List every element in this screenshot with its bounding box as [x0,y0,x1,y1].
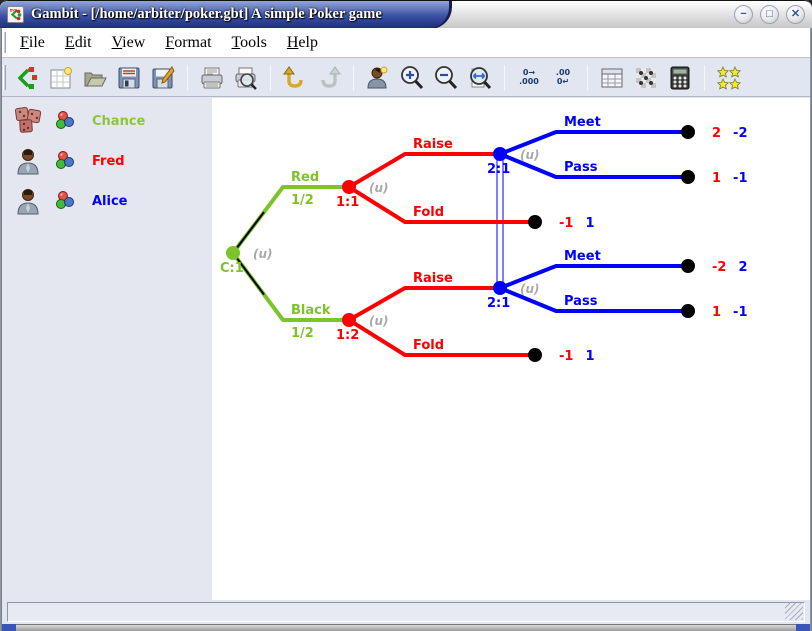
player-tree-icon [50,190,80,212]
maximize-button[interactable]: □ [760,5,779,24]
toolbar-separator [704,65,705,91]
svg-text:Red: Red [291,170,319,185]
window-corner [0,624,16,631]
svg-text:Black: Black [291,303,331,318]
undo-icon[interactable] [280,63,310,93]
status-message-area [7,602,805,622]
player-tree-icon [50,150,80,172]
svg-text:(u): (u) [369,314,389,328]
toolbar-separator [270,65,271,91]
menubar-grip[interactable] [3,32,6,52]
svg-text:1-1: 1-1 [712,305,748,320]
svg-text:C:1: C:1 [220,261,244,276]
svg-text:-11: -11 [559,349,595,364]
svg-text:DVD: DVD [10,8,18,12]
toolbar-separator [504,65,505,91]
new-game-icon[interactable] [46,63,76,93]
svg-text:-11: -11 [559,216,595,231]
svg-text:Pass: Pass [564,160,598,175]
add-player-icon[interactable] [363,63,393,93]
increase-decimals-icon[interactable]: 0→ .000 [514,63,544,93]
svg-text:Fold: Fold [413,338,444,353]
menu-format[interactable]: Format [155,32,221,54]
player-panel: Chance Fred Alice [0,98,212,601]
svg-text:2-2: 2-2 [712,126,748,141]
print-preview-icon[interactable] [231,63,261,93]
game-tree[interactable]: Red 1/2 Black 1/2 Raise Fold Meet Pass Raise Fold… [212,98,812,601]
gambit-app-icon: DVD [7,6,24,23]
main-content: Chance Fred Alice [0,98,812,601]
svg-text:(u): (u) [520,148,540,162]
strategic-form-icon[interactable] [597,63,627,93]
svg-text:(u): (u) [520,282,540,296]
minimize-button[interactable]: − [734,5,753,24]
close-button[interactable]: ✕ [786,5,805,24]
tree-canvas[interactable]: Red 1/2 Black 1/2 Raise Fold Meet Pass Raise Fold… [212,98,812,601]
zoom-fit-icon[interactable] [465,63,495,93]
svg-text:Fold: Fold [413,205,444,220]
titlebar-tab: DVD Gambit - [/home/arbiter/poker.gbt] A… [0,1,452,29]
decrease-decimals-icon[interactable]: .00 0↵ [548,63,578,93]
player-row-alice[interactable]: Alice [0,181,212,221]
save-as-icon[interactable] [148,63,178,93]
svg-text:-22: -22 [712,260,748,275]
svg-text:Meet: Meet [564,115,601,130]
player-row-fred[interactable]: Fred [0,141,212,181]
save-icon[interactable] [114,63,144,93]
gambit-window: DVD Gambit - [/home/arbiter/poker.gbt] A… [0,0,812,631]
svg-text:(u): (u) [369,181,389,195]
toolbar-separator [587,65,588,91]
svg-text:1:1: 1:1 [336,195,359,210]
svg-text:2:1: 2:1 [487,162,510,177]
person-icon [10,187,46,215]
menu-edit[interactable]: Edit [55,32,102,54]
dominance-icon[interactable] [631,63,661,93]
open-icon[interactable] [80,63,110,93]
menu-file[interactable]: File [10,32,55,54]
toolbar-separator [187,65,188,91]
person-icon [10,147,46,175]
menu-help[interactable]: Help [277,32,328,54]
menubar: File Edit View Format Tools Help [0,28,812,58]
toolbar-grip[interactable] [3,65,6,91]
svg-text:Meet: Meet [564,249,601,264]
window-title: Gambit - [/home/arbiter/poker.gbt] A sim… [31,6,382,23]
gambit-logo-icon[interactable] [12,63,42,93]
svg-text:1:2: 1:2 [336,328,359,343]
svg-text:1-1: 1-1 [712,171,748,186]
menu-view[interactable]: View [102,32,156,54]
svg-text:1/2: 1/2 [291,193,314,208]
compute-equilibria-icon[interactable] [665,63,695,93]
toolbar: 0→ .000 .00 0↵ [0,59,812,97]
player-tree-icon [50,110,80,132]
svg-text:Raise: Raise [413,137,453,152]
svg-text:(u): (u) [253,247,273,261]
window-frame-bottom [0,624,812,631]
svg-text:2:1: 2:1 [487,296,510,311]
statusbar [0,600,812,624]
zoom-out-icon[interactable] [431,63,461,93]
redo-icon[interactable] [314,63,344,93]
player-label-alice[interactable]: Alice [92,194,128,209]
resize-grip[interactable] [785,603,803,620]
titlebar[interactable]: DVD Gambit - [/home/arbiter/poker.gbt] A… [0,0,812,28]
svg-text:Pass: Pass [564,294,598,309]
svg-text:1/2: 1/2 [291,326,314,341]
player-row-chance[interactable]: Chance [0,101,212,141]
quantal-response-icon[interactable] [714,63,744,93]
print-icon[interactable] [197,63,227,93]
player-label-fred[interactable]: Fred [92,154,125,169]
dice-icon [10,106,46,136]
zoom-in-icon[interactable] [397,63,427,93]
player-label-chance[interactable]: Chance [92,114,145,129]
window-frame-left [0,28,2,631]
svg-text:Raise: Raise [413,271,453,286]
toolbar-separator [353,65,354,91]
menu-tools[interactable]: Tools [222,32,277,54]
